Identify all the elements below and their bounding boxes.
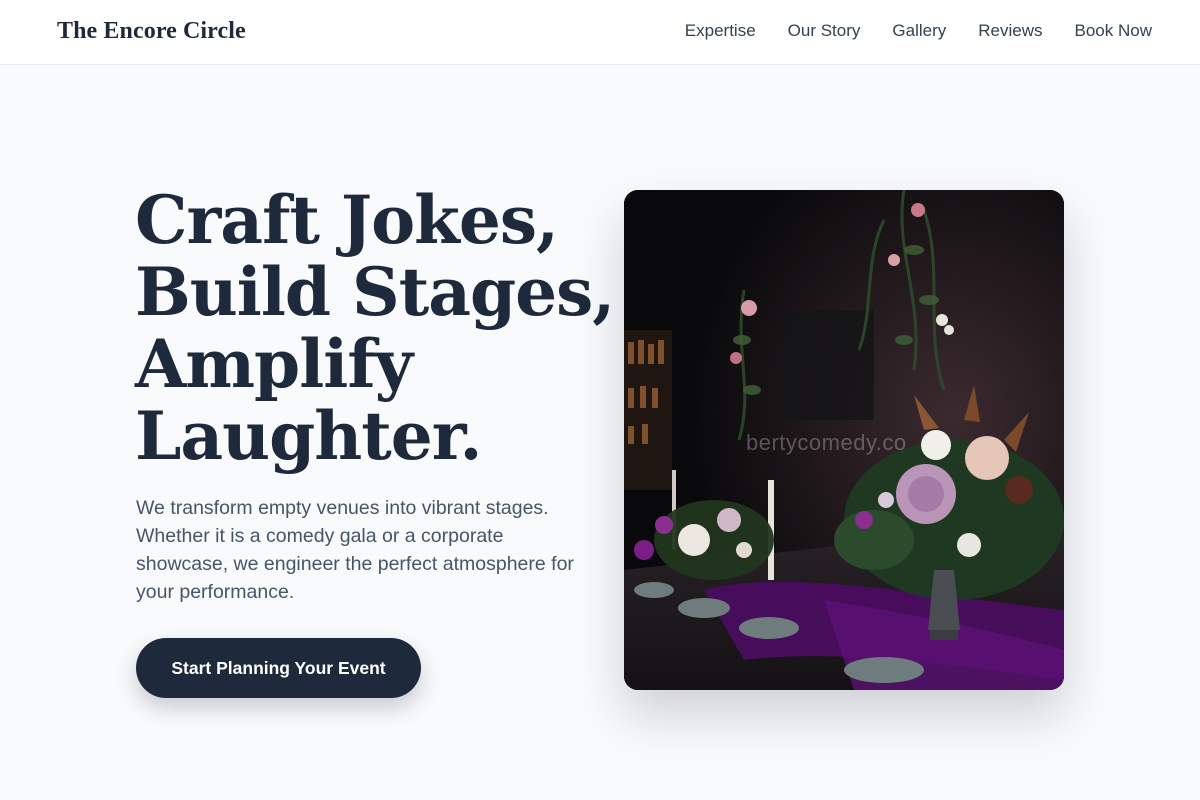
hero-title-line: Amplify xyxy=(135,325,413,403)
image-watermark: bertycomedy.co xyxy=(746,430,907,455)
nav-link-expertise[interactable]: Expertise xyxy=(685,20,756,42)
main-nav: Expertise Our Story Gallery Reviews Book… xyxy=(685,20,1152,42)
nav-link-reviews[interactable]: Reviews xyxy=(978,20,1042,42)
nav-link-gallery[interactable]: Gallery xyxy=(892,20,946,42)
site-header: The Encore Circle Expertise Our Story Ga… xyxy=(0,0,1200,65)
brand-logo[interactable]: The Encore Circle xyxy=(57,18,246,45)
nav-link-our-story[interactable]: Our Story xyxy=(788,20,861,42)
hero-title-line: Laughter. xyxy=(135,397,482,475)
nav-link-book-now[interactable]: Book Now xyxy=(1075,20,1152,42)
hero-title-line: Craft Jokes, xyxy=(135,181,559,259)
hero-subtitle: We transform empty venues into vibrant s… xyxy=(136,497,574,603)
start-planning-button[interactable]: Start Planning Your Event xyxy=(136,638,421,698)
hero-title-line: Build Stages, xyxy=(135,253,615,331)
hero-image: bertycomedy.co xyxy=(624,190,1064,690)
hero-title: Craft Jokes, Build Stages, Amplify Laugh… xyxy=(135,181,615,475)
